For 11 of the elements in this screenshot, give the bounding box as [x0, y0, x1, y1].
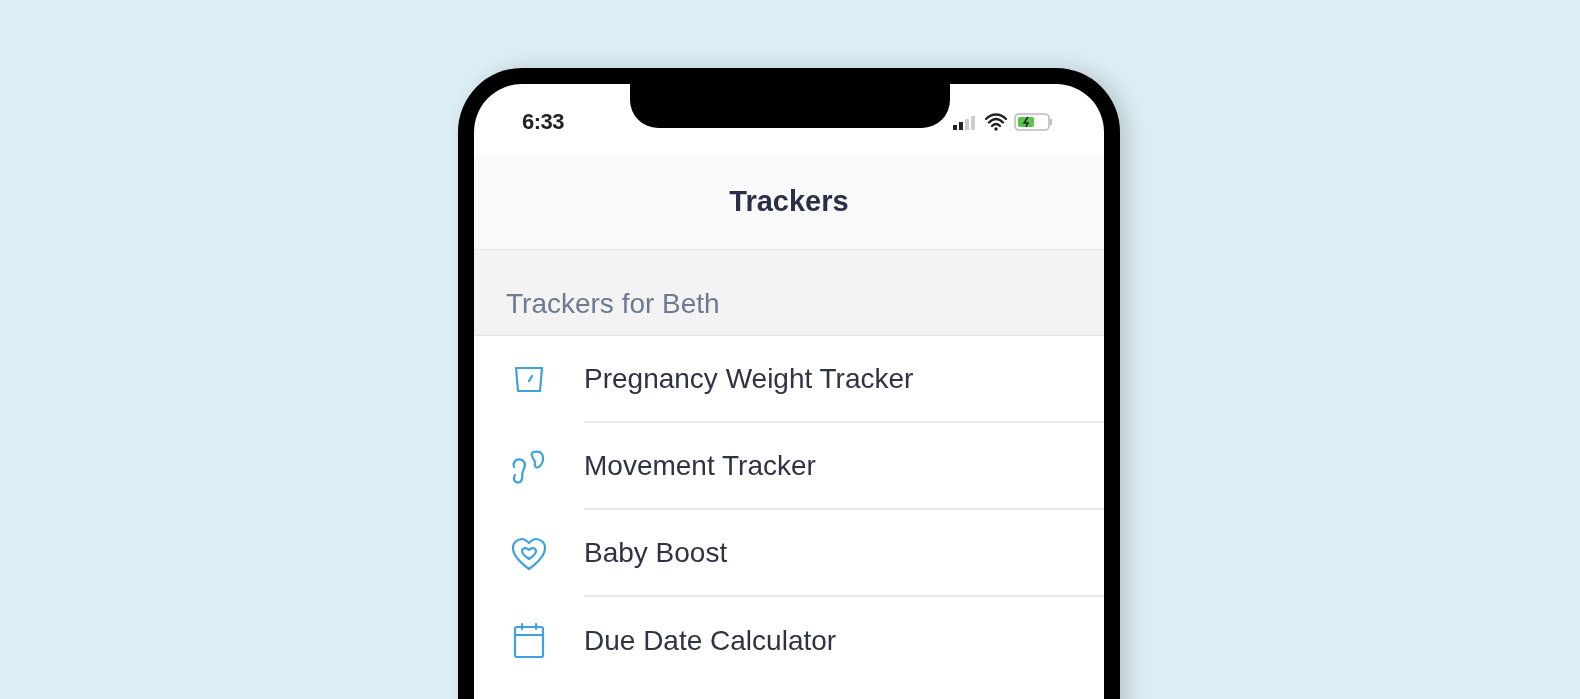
heart-icon — [510, 535, 548, 572]
tracker-label: Pregnancy Weight Tracker — [584, 361, 914, 396]
tracker-label: Movement Tracker — [584, 448, 816, 483]
nav-title: Trackers — [729, 184, 849, 220]
tracker-label: Due Date Calculator — [584, 623, 837, 658]
section-title: Trackers for Beth — [506, 287, 720, 321]
signal-icon — [952, 113, 978, 130]
tracker-label: Baby Boost — [584, 535, 728, 570]
calendar-icon — [511, 620, 547, 661]
wifi-icon — [984, 112, 1008, 131]
status-time: 6:33 — [522, 108, 564, 136]
